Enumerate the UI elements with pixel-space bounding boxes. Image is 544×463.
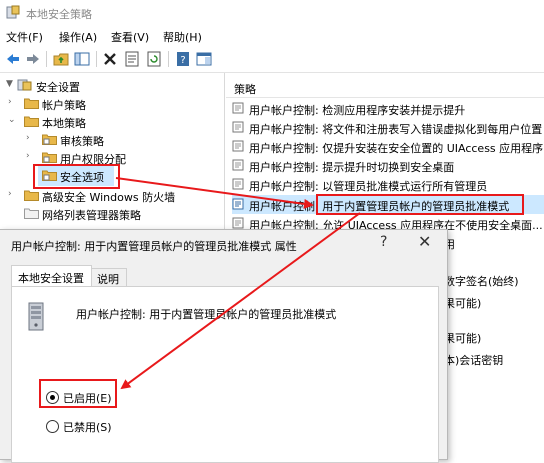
chevron-right-icon[interactable]: › — [26, 151, 36, 161]
help-button[interactable]: ? — [380, 234, 387, 250]
chevron-right-icon[interactable]: › — [26, 133, 36, 143]
chevron-down-icon[interactable]: ▼ — [6, 79, 16, 89]
toolbar-separator — [96, 51, 97, 67]
policy-row[interactable]: 用户帐户控制: 仅提升安装在安全位置的 UIAccess 应用程序 — [232, 137, 544, 156]
svg-text:?: ? — [180, 55, 185, 66]
security-settings-icon — [17, 79, 32, 91]
folder-icon — [24, 190, 39, 201]
forward-icon[interactable] — [24, 50, 42, 68]
column-header-policy[interactable]: 策略 — [234, 81, 256, 97]
option-label: 已禁用(S) — [63, 421, 112, 434]
tree-node-label: 高级安全 Windows 防火墙 — [42, 191, 176, 204]
tab-explain[interactable]: 说明 — [91, 268, 127, 287]
policy-row-fragment: 果可能) — [444, 332, 482, 345]
toolbar-separator — [46, 51, 47, 67]
folder-icon — [24, 208, 39, 219]
tab-panel: 用户帐户控制: 用于内置管理员帐户的管理员批准模式 已启用(E) 已禁用(S) — [11, 286, 439, 463]
dialog-title: 用户帐户控制: 用于内置管理员帐户的管理员批准模式 属性 — [11, 240, 297, 253]
help-icon[interactable]: ? — [174, 50, 192, 68]
chevron-right-icon[interactable]: › — [8, 189, 18, 199]
option-disabled[interactable]: 已禁用(S) — [46, 418, 196, 434]
menu-help[interactable]: 帮助(H) — [163, 29, 202, 45]
chevron-down-icon[interactable]: ⌄ — [8, 115, 18, 125]
policy-row[interactable]: 用户帐户控制: 将文件和注册表写入错误虚拟化到每用户位置 — [232, 118, 544, 137]
tree-node-label: 帐户策略 — [42, 99, 86, 112]
local-security-policy-icon — [6, 5, 20, 19]
tree-node-firewall[interactable]: › 高级安全 Windows 防火墙 — [8, 187, 218, 205]
tab-label: 本地安全设置 — [18, 272, 84, 285]
properties-icon[interactable] — [123, 50, 141, 68]
tree-node-label: 安全设置 — [36, 81, 80, 94]
toolbar: ? — [0, 46, 544, 73]
policy-icon — [232, 102, 244, 114]
show-hide-tree-icon[interactable] — [73, 50, 91, 68]
delete-icon[interactable] — [101, 50, 119, 68]
menu-bar: 文件(F) 操作(A) 查看(V) 帮助(H) — [0, 26, 544, 46]
policy-name: 用户帐户控制: 提示提升时切换到安全桌面 — [249, 161, 455, 174]
policy-row[interactable]: 用户帐户控制: 以管理员批准模式运行所有管理员 — [232, 175, 544, 194]
policy-folder-icon — [42, 152, 57, 163]
list-header[interactable]: 策略 — [226, 77, 544, 98]
server-icon — [28, 302, 44, 331]
help-topics-icon[interactable] — [195, 50, 213, 68]
folder-open-icon — [24, 116, 39, 127]
title-bar: 本地安全策略 — [0, 0, 544, 26]
radio-disabled[interactable] — [46, 420, 59, 433]
menu-action[interactable]: 操作(A) — [59, 29, 97, 45]
policy-title: 用户帐户控制: 用于内置管理员帐户的管理员批准模式 — [76, 308, 337, 321]
toolbar-separator — [168, 51, 169, 67]
policy-name: 用户帐户控制: 检测应用程序安装并提示提升 — [249, 104, 466, 117]
policy-row-fragment: 果可能) — [444, 297, 482, 310]
policy-icon — [232, 217, 244, 229]
tree-node-network-list[interactable]: 网络列表管理器策略 — [8, 205, 218, 223]
policy-icon — [232, 178, 244, 190]
policy-row[interactable]: 用户帐户控制: 检测应用程序安装并提示提升 — [232, 99, 544, 118]
policy-name: 用户帐户控制: 仅提升安装在安全位置的 UIAccess 应用程序 — [249, 142, 544, 155]
policy-name: 用户帐户控制: 将文件和注册表写入错误虚拟化到每用户位置 — [249, 123, 543, 136]
policy-icon — [232, 198, 244, 210]
back-icon[interactable] — [4, 50, 22, 68]
close-button[interactable]: ✕ — [418, 232, 431, 251]
policy-icon — [232, 140, 244, 152]
tab-label: 说明 — [97, 273, 119, 286]
menu-view[interactable]: 查看(V) — [111, 29, 149, 45]
properties-dialog: 用户帐户控制: 用于内置管理员帐户的管理员批准模式 属性 ? ✕ 本地安全设置 … — [0, 229, 448, 463]
annotation-box-policy-row — [316, 194, 524, 215]
menu-file[interactable]: 文件(F) — [6, 29, 43, 45]
policy-row[interactable]: 用户帐户控制: 提示提升时切换到安全桌面 — [232, 156, 544, 175]
policy-icon — [232, 159, 244, 171]
policy-row-fragment: 数字签名(始终) — [444, 275, 519, 288]
tree-node-label: 网络列表管理器策略 — [42, 209, 141, 222]
tree-node-label: 审核策略 — [60, 135, 104, 148]
window-title: 本地安全策略 — [26, 8, 92, 21]
up-folder-icon[interactable] — [52, 50, 70, 68]
annotation-box-security-options — [33, 164, 120, 189]
chevron-right-icon[interactable]: › — [8, 97, 18, 107]
policy-row-fragment: 本)会话密钥 — [444, 354, 504, 367]
policy-name: 用户帐户控制: 以管理员批准模式运行所有管理员 — [249, 180, 488, 193]
policy-folder-icon — [42, 134, 57, 145]
tree-node-local-policies[interactable]: ⌄ 本地策略 — [8, 113, 208, 131]
policy-icon — [232, 121, 244, 133]
folder-icon — [24, 98, 39, 109]
tree-node-account-policies[interactable]: › 帐户策略 — [8, 95, 208, 113]
refresh-icon[interactable] — [145, 50, 163, 68]
tree-node-audit-policy[interactable]: › 审核策略 — [26, 131, 206, 149]
tree-node-security-settings[interactable]: ▼ 安全设置 — [6, 77, 206, 95]
tree-node-label: 本地策略 — [42, 117, 86, 130]
tab-local-security-setting[interactable]: 本地安全设置 — [11, 265, 92, 288]
annotation-box-enabled-option — [39, 379, 117, 408]
